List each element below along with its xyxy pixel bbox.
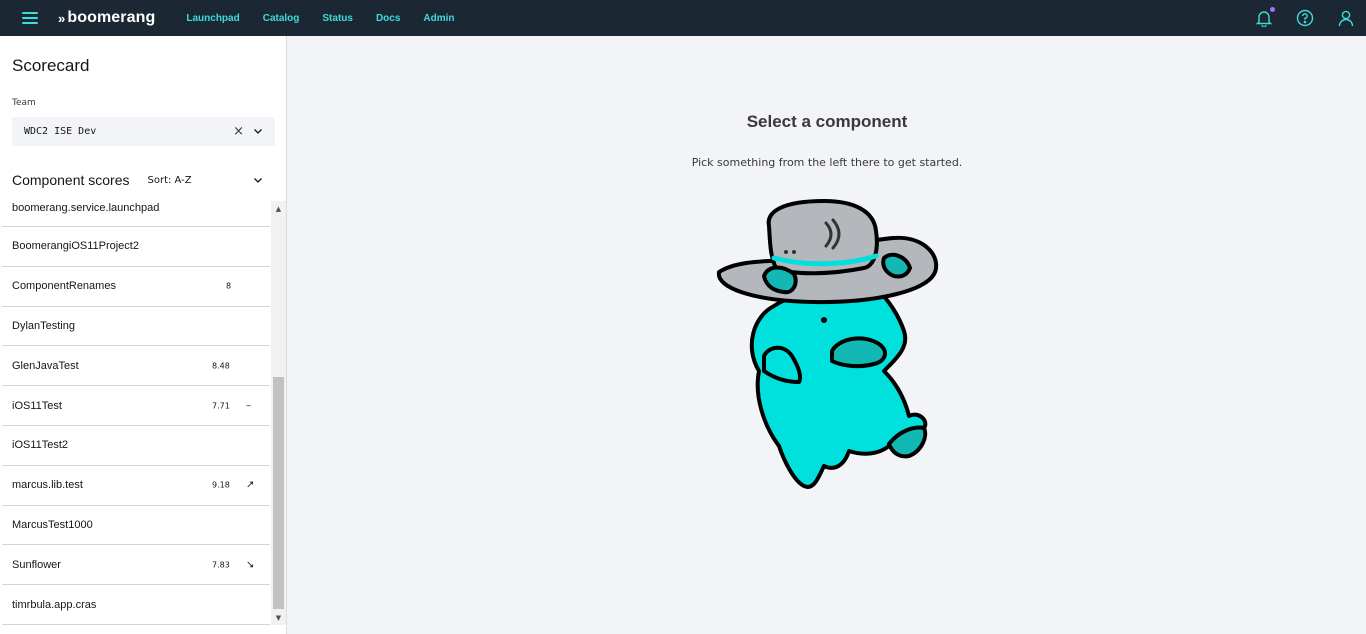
component-name: BoomerangiOS11Project2: [12, 240, 139, 253]
component-list: boomerang.service.launchpad BoomerangiOS…: [2, 197, 270, 625]
component-name: timrbula.app.cras: [12, 598, 97, 611]
component-score: 8: [226, 281, 232, 291]
menu-icon[interactable]: [22, 12, 38, 24]
scroll-down-arrow-icon[interactable]: ▼: [274, 613, 283, 622]
component-name: ComponentRenames: [12, 280, 116, 293]
trend-down-icon: ↘: [246, 559, 255, 571]
component-score: 8.48: [212, 361, 230, 371]
component-row[interactable]: Sunflower 7.83 ↘: [2, 545, 270, 586]
component-name: DylanTesting: [12, 319, 75, 332]
empty-state-title: Select a component: [746, 112, 908, 131]
brand-logo[interactable]: » boomerang: [58, 9, 155, 27]
nav-docs[interactable]: Docs: [376, 13, 400, 24]
component-name: GlenJavaTest: [12, 359, 79, 372]
component-row[interactable]: BoomerangiOS11Project2: [2, 227, 270, 267]
component-name: boomerang.service.launchpad: [12, 202, 160, 214]
component-row[interactable]: iOS11Test2: [2, 426, 270, 466]
brand-name: boomerang: [67, 9, 156, 26]
clear-selection-icon[interactable]: ×: [233, 124, 244, 139]
list-scrollbar[interactable]: ▲ ▼: [271, 201, 286, 625]
component-row[interactable]: timrbula.app.cras: [2, 585, 270, 625]
main-content: Select a component Pick something from t…: [288, 36, 1366, 634]
component-row[interactable]: iOS11Test 7.71 –: [2, 386, 270, 426]
help-icon[interactable]: [1284, 0, 1325, 36]
component-score: 7.71: [212, 401, 230, 411]
scrollbar-thumb[interactable]: [273, 377, 284, 609]
component-scores-title: Component scores: [12, 172, 130, 188]
main-nav: Launchpad Catalog Status Docs Admin: [186, 13, 477, 24]
top-header: » boomerang Launchpad Catalog Status Doc…: [0, 0, 1366, 36]
header-actions: [1243, 0, 1366, 36]
team-select[interactable]: WDC2 ISE Dev ×: [12, 117, 275, 146]
component-scores-header: Component scores Sort: A-Z: [12, 170, 275, 190]
brand-mark-icon: »: [58, 10, 66, 26]
component-score: 7.83: [212, 560, 230, 570]
empty-state-subtitle: Pick something from the left there to ge…: [691, 156, 963, 169]
component-row[interactable]: MarcusTest1000: [2, 506, 270, 546]
sort-chevron-down-icon[interactable]: [253, 175, 263, 185]
boomerang-mascot-illustration: [716, 199, 939, 489]
nav-launchpad[interactable]: Launchpad: [186, 13, 239, 24]
component-row[interactable]: ComponentRenames 8: [2, 267, 270, 307]
nav-admin[interactable]: Admin: [423, 13, 454, 24]
scorecard-sidebar: Scorecard Team WDC2 ISE Dev × Component …: [0, 36, 287, 634]
bell-icon[interactable]: [1243, 0, 1284, 36]
team-label: Team: [12, 98, 36, 108]
component-name: Sunflower: [12, 558, 61, 571]
notification-dot: [1270, 7, 1275, 12]
chevron-down-icon[interactable]: [253, 126, 263, 136]
team-select-value: WDC2 ISE Dev: [24, 125, 97, 137]
trend-up-icon: ↗: [246, 479, 255, 491]
component-row[interactable]: GlenJavaTest 8.48: [2, 346, 270, 387]
component-row[interactable]: DylanTesting: [2, 307, 270, 347]
sidebar-title: Scorecard: [12, 56, 90, 75]
nav-status[interactable]: Status: [322, 13, 353, 24]
scroll-up-arrow-icon[interactable]: ▲: [274, 204, 283, 213]
component-row[interactable]: marcus.lib.test 9.18 ↗: [2, 466, 270, 506]
component-name: iOS11Test2: [12, 439, 69, 452]
component-name: iOS11Test: [12, 399, 62, 412]
component-name: marcus.lib.test: [12, 479, 83, 492]
nav-catalog[interactable]: Catalog: [263, 13, 300, 24]
component-score: 9.18: [212, 480, 230, 490]
sort-select[interactable]: Sort: A-Z: [148, 175, 192, 186]
component-name: MarcusTest1000: [12, 518, 93, 531]
component-row[interactable]: boomerang.service.launchpad: [2, 197, 270, 227]
user-icon[interactable]: [1325, 0, 1366, 36]
trend-flat-icon: –: [246, 400, 251, 412]
